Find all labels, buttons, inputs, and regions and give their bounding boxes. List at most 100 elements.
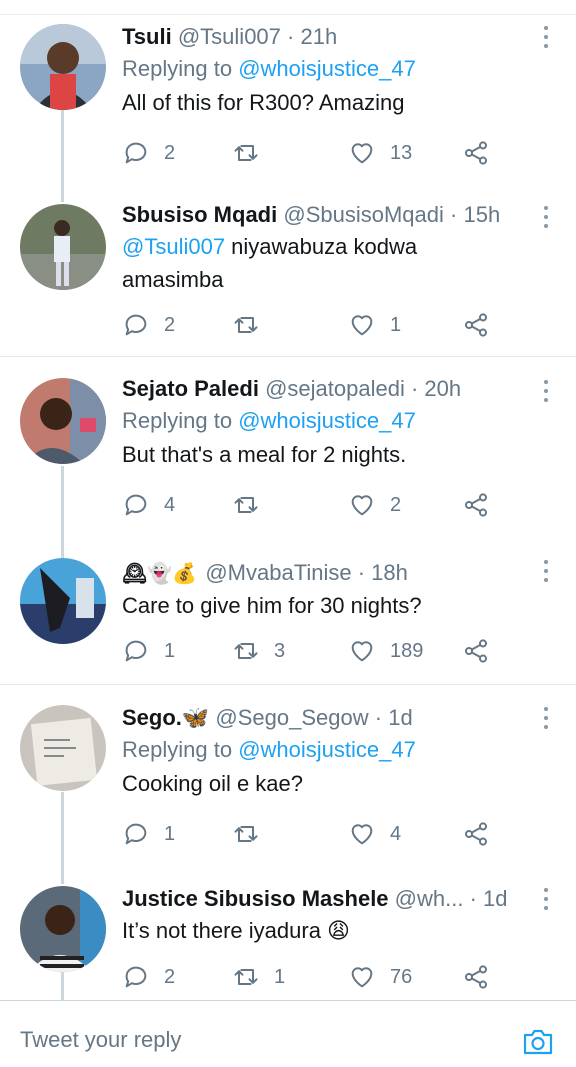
more-icon[interactable] bbox=[542, 888, 550, 910]
more-icon[interactable] bbox=[542, 380, 550, 402]
reply-count: 1 bbox=[164, 639, 176, 662]
reply-icon bbox=[125, 823, 147, 845]
display-name[interactable]: Sejato Paledi bbox=[122, 376, 259, 401]
reply-composer[interactable]: Tweet your reply bbox=[0, 1000, 576, 1067]
timestamp[interactable]: 1d bbox=[483, 886, 507, 911]
display-name[interactable]: Sbusiso Mqadi bbox=[122, 202, 277, 227]
display-name[interactable]: Justice Sibusiso Mashele bbox=[122, 886, 389, 911]
like-button[interactable]: 2 bbox=[348, 490, 401, 520]
share-icon bbox=[464, 493, 488, 517]
timestamp[interactable]: 15h bbox=[463, 202, 500, 227]
user-handle[interactable]: @Sego_Segow bbox=[215, 705, 368, 730]
tweet-header: Sejato Paledi @sejatopaledi · 20h bbox=[122, 374, 542, 404]
replying-to-handle[interactable]: @whoisjustice_47 bbox=[238, 56, 416, 81]
reply-button[interactable]: 4 bbox=[122, 490, 175, 520]
like-button[interactable]: 1 bbox=[348, 310, 401, 340]
mention-link[interactable]: @Tsuli007 bbox=[122, 234, 225, 259]
like-count: 189 bbox=[390, 639, 424, 662]
user-handle[interactable]: @wh... bbox=[395, 886, 464, 911]
reply-count: 4 bbox=[164, 493, 176, 516]
user-handle[interactable]: @SbusisoMqadi bbox=[283, 202, 444, 227]
like-button[interactable]: 189 bbox=[348, 636, 423, 666]
tweet-text: Care to give him for 30 nights? bbox=[122, 593, 422, 618]
retweet-button[interactable]: 3 bbox=[232, 636, 285, 666]
like-button[interactable]: 4 bbox=[348, 819, 401, 849]
tweet-header: Tsuli @Tsuli007 · 21h bbox=[122, 22, 542, 52]
like-icon bbox=[351, 495, 373, 516]
timestamp[interactable]: 21h bbox=[300, 24, 337, 49]
share-icon bbox=[464, 141, 488, 165]
display-name[interactable]: 🕰👻💰 bbox=[122, 563, 197, 585]
retweet-button[interactable] bbox=[232, 138, 274, 168]
avatar[interactable] bbox=[20, 378, 106, 464]
timestamp[interactable]: 1d bbox=[388, 705, 412, 730]
reply-button[interactable]: 1 bbox=[122, 819, 175, 849]
more-icon[interactable] bbox=[542, 206, 550, 228]
thread-line bbox=[61, 972, 64, 1000]
reply-button[interactable]: 2 bbox=[122, 962, 175, 992]
reply-button[interactable]: 1 bbox=[122, 636, 175, 666]
reply-input[interactable]: Tweet your reply bbox=[20, 1027, 181, 1053]
thread-line bbox=[61, 110, 64, 202]
thread-separator bbox=[0, 356, 576, 357]
like-count: 2 bbox=[390, 493, 402, 516]
replying-to-prefix: Replying to bbox=[122, 737, 233, 762]
tweet-text: All of this for R300? Amazing bbox=[122, 90, 405, 115]
like-icon bbox=[351, 824, 373, 845]
reply-button[interactable]: 2 bbox=[122, 138, 175, 168]
share-button[interactable] bbox=[462, 490, 490, 520]
like-button[interactable]: 76 bbox=[348, 962, 412, 992]
separator-dot: · bbox=[469, 886, 477, 911]
share-button[interactable] bbox=[462, 636, 490, 666]
tweet-text: @Tsuli007 niyawabuza kodwa amasimba bbox=[122, 230, 542, 296]
reply-icon bbox=[125, 494, 147, 516]
retweet-button[interactable]: 1 bbox=[232, 962, 285, 992]
replying-to: Replying to @whoisjustice_47 bbox=[122, 52, 542, 86]
replying-to-handle[interactable]: @whoisjustice_47 bbox=[238, 408, 416, 433]
user-handle[interactable]: @MvabaTinise bbox=[205, 560, 351, 585]
avatar[interactable] bbox=[20, 24, 106, 110]
thread-line bbox=[61, 466, 64, 558]
more-icon[interactable] bbox=[542, 26, 550, 48]
separator-dot: · bbox=[374, 705, 383, 730]
separator-dot: · bbox=[450, 202, 458, 227]
like-count: 1 bbox=[390, 313, 402, 336]
display-name[interactable]: Tsuli bbox=[122, 24, 172, 49]
reply-count: 2 bbox=[164, 965, 176, 988]
like-icon bbox=[351, 641, 373, 662]
reply-icon bbox=[125, 640, 147, 662]
display-name[interactable]: Sego.🦋 bbox=[122, 705, 209, 730]
share-icon bbox=[464, 639, 488, 663]
avatar[interactable] bbox=[20, 705, 106, 791]
more-icon[interactable] bbox=[542, 560, 550, 582]
retweet-button[interactable] bbox=[232, 819, 274, 849]
user-handle[interactable]: @sejatopaledi bbox=[265, 376, 405, 401]
share-button[interactable] bbox=[462, 138, 490, 168]
tweet-header: Sbusiso Mqadi @SbusisoMqadi · 15h bbox=[122, 200, 542, 230]
timestamp[interactable]: 20h bbox=[424, 376, 461, 401]
timestamp[interactable]: 18h bbox=[371, 560, 408, 585]
camera-icon[interactable] bbox=[521, 1025, 555, 1059]
reply-button[interactable]: 2 bbox=[122, 310, 175, 340]
tweet-header: Justice Sibusiso Mashele @wh... · 1d bbox=[122, 884, 542, 914]
avatar[interactable] bbox=[20, 204, 106, 290]
share-button[interactable] bbox=[462, 310, 490, 340]
thread-line bbox=[61, 792, 64, 884]
reply-count: 2 bbox=[164, 313, 176, 336]
share-icon bbox=[464, 313, 488, 337]
like-button[interactable]: 13 bbox=[348, 138, 412, 168]
user-handle[interactable]: @Tsuli007 bbox=[178, 24, 281, 49]
avatar[interactable] bbox=[20, 886, 106, 972]
replying-to-handle[interactable]: @whoisjustice_47 bbox=[238, 737, 416, 762]
tweet-actions: 2 13 bbox=[122, 138, 502, 168]
avatar[interactable] bbox=[20, 558, 106, 644]
share-button[interactable] bbox=[462, 819, 490, 849]
retweet-button[interactable] bbox=[232, 310, 274, 340]
share-button[interactable] bbox=[462, 962, 490, 992]
retweet-icon bbox=[234, 969, 258, 985]
like-icon bbox=[351, 143, 373, 164]
like-icon bbox=[351, 315, 373, 336]
retweet-button[interactable] bbox=[232, 490, 274, 520]
more-icon[interactable] bbox=[542, 707, 550, 729]
like-count: 13 bbox=[390, 141, 413, 164]
